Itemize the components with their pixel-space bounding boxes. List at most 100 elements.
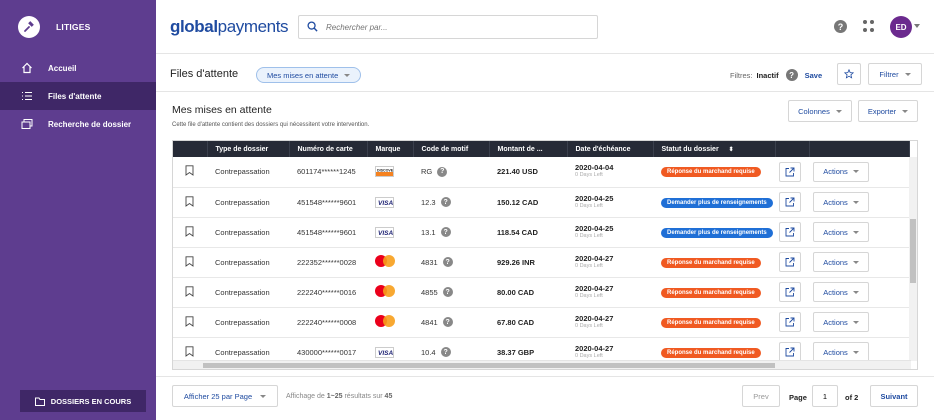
card-number: 222240******0016 (297, 287, 357, 297)
case-status: Réponse du marchand requise (653, 307, 775, 337)
help-icon[interactable]: ? (442, 287, 453, 297)
external-link-icon[interactable] (779, 282, 801, 302)
table-row[interactable]: Contrepassation 451548******9601 VISA 13.1?… (173, 217, 909, 247)
search-input[interactable] (326, 22, 586, 32)
bookmark-icon[interactable] (173, 277, 207, 307)
header-status[interactable]: Statut du dossier ⬍ (653, 141, 776, 157)
actions-button[interactable]: Actions (813, 161, 869, 182)
actions-button[interactable]: Actions (813, 282, 869, 302)
card-number: 222240******0008 (297, 317, 357, 327)
visa-logo-icon: VISA (375, 346, 394, 358)
filter-button[interactable]: Filtrer (868, 63, 922, 85)
card-brand: VISA (367, 187, 413, 217)
status-badge: Réponse du marchand requise (661, 257, 761, 268)
sidebar-item-case-search[interactable]: Recherche de dossier (0, 110, 156, 138)
chevron-down-icon (852, 230, 859, 234)
actions-button[interactable]: Actions (813, 312, 869, 332)
chevron-down-icon[interactable] (914, 24, 920, 28)
prev-page-button[interactable]: Prev (742, 385, 780, 407)
ongoing-cases-button[interactable]: DOSSIERS EN COURS (20, 390, 146, 412)
export-button[interactable]: Exporter (858, 100, 918, 122)
reason-code: 4841? (413, 307, 489, 337)
page-label: Page (789, 393, 807, 402)
table-row[interactable]: Contrepassation 601174******1245 DISCOVER R… (173, 157, 909, 187)
folders-icon (20, 117, 34, 131)
actions-button[interactable]: Actions (813, 222, 869, 242)
sidebar-item-home[interactable]: Accueil (0, 54, 156, 82)
card-brand (367, 277, 413, 307)
external-link-icon[interactable] (779, 312, 801, 332)
save-filters-link[interactable]: Save (805, 71, 823, 80)
section-title: Mes mises en attente (172, 104, 272, 116)
help-icon[interactable]: ? (440, 347, 451, 357)
table-row[interactable]: Contrepassation 451548******9601 VISA 12.3?… (173, 187, 909, 217)
actions-button[interactable]: Actions (813, 192, 869, 212)
help-icon[interactable]: ? (442, 317, 453, 327)
amount: 67.80 CAD (497, 317, 535, 327)
bookmark-icon[interactable] (173, 157, 207, 187)
bookmark-icon[interactable] (173, 217, 207, 247)
chevron-down-icon (904, 72, 911, 76)
sort-icon: ⬍ (728, 146, 734, 153)
header-amount[interactable]: Montant de ... (489, 141, 568, 157)
external-link-icon[interactable] (779, 222, 801, 242)
chevron-down-icon (852, 260, 859, 264)
help-icon[interactable]: ? (440, 197, 451, 207)
reason-code: 4831? (413, 247, 489, 277)
star-icon (844, 69, 854, 79)
header-card-number[interactable]: Numéro de carte (289, 141, 368, 157)
horizontal-scrollbar[interactable] (173, 360, 911, 369)
actions-cell: Actions (809, 247, 909, 277)
help-icon[interactable]: ? (785, 69, 798, 81)
external-link-icon[interactable] (779, 252, 801, 272)
status-badge: Demander plus de renseignements (661, 197, 773, 208)
bookmark-icon[interactable] (173, 247, 207, 277)
vertical-scrollbar[interactable] (909, 157, 917, 361)
apps-grid-icon[interactable] (863, 20, 875, 32)
help-icon[interactable]: ? (437, 166, 448, 177)
page-number-input[interactable] (812, 385, 838, 407)
card-brand: VISA (367, 217, 413, 247)
table-row[interactable]: Contrepassation 222240******0016 4855? 80.0… (173, 277, 909, 307)
help-icon[interactable]: ? (440, 227, 451, 237)
due-date: 2020-04-25 0 Days Left (575, 223, 614, 239)
header-brand[interactable]: Marque (367, 141, 414, 157)
visa-logo-icon: VISA (375, 226, 394, 238)
next-page-button[interactable]: Suivant (870, 385, 918, 407)
app-logo-row: LITIGES (0, 0, 156, 54)
sidebar-item-label: Recherche de dossier (48, 119, 132, 129)
external-link-icon[interactable] (779, 161, 801, 182)
pagination-bar: Afficher 25 par Page Affichage de 1~25 r… (156, 376, 934, 420)
avatar[interactable]: ED (890, 16, 912, 38)
actions-button[interactable]: Actions (813, 342, 869, 362)
bookmark-icon[interactable] (173, 187, 207, 217)
page-total: of 2 (845, 393, 859, 402)
per-page-select[interactable]: Afficher 25 par Page (172, 385, 278, 407)
header-reason-code[interactable]: Code de motif (413, 141, 490, 157)
ongoing-cases-label: DOSSIERS EN COURS (50, 396, 132, 406)
reason-code: RG? (413, 157, 489, 187)
queue-selector[interactable]: Mes mises en attente (256, 67, 362, 83)
header-case-type[interactable]: Type de dossier (207, 141, 290, 157)
table-row[interactable]: Contrepassation 222352******0028 4831? 929.… (173, 247, 909, 277)
header-bookmark (173, 141, 208, 157)
reason-code: 12.3? (413, 187, 489, 217)
search-box[interactable] (298, 15, 598, 39)
help-icon[interactable]: ? (834, 20, 847, 33)
external-link-icon[interactable] (779, 192, 801, 212)
case-type: Contrepassation (215, 317, 270, 327)
case-status: Demander plus de renseignements (653, 217, 775, 247)
actions-cell: Actions (809, 187, 909, 217)
bookmark-icon[interactable] (173, 307, 207, 337)
help-icon[interactable]: ? (442, 257, 453, 267)
header-due-date[interactable]: Date d'échéance (567, 141, 654, 157)
actions-button[interactable]: Actions (813, 252, 869, 272)
columns-button[interactable]: Colonnes (788, 100, 852, 122)
status-badge: Réponse du marchand requise (661, 287, 761, 298)
sidebar-item-queues[interactable]: Files d'attente (0, 82, 156, 110)
status-badge: Réponse du marchand requise (661, 167, 761, 178)
favorite-button[interactable] (837, 63, 861, 85)
external-link-icon[interactable] (779, 342, 801, 362)
mastercard-logo-icon (375, 255, 395, 267)
table-row[interactable]: Contrepassation 222240******0008 4841? 67.8… (173, 307, 909, 337)
